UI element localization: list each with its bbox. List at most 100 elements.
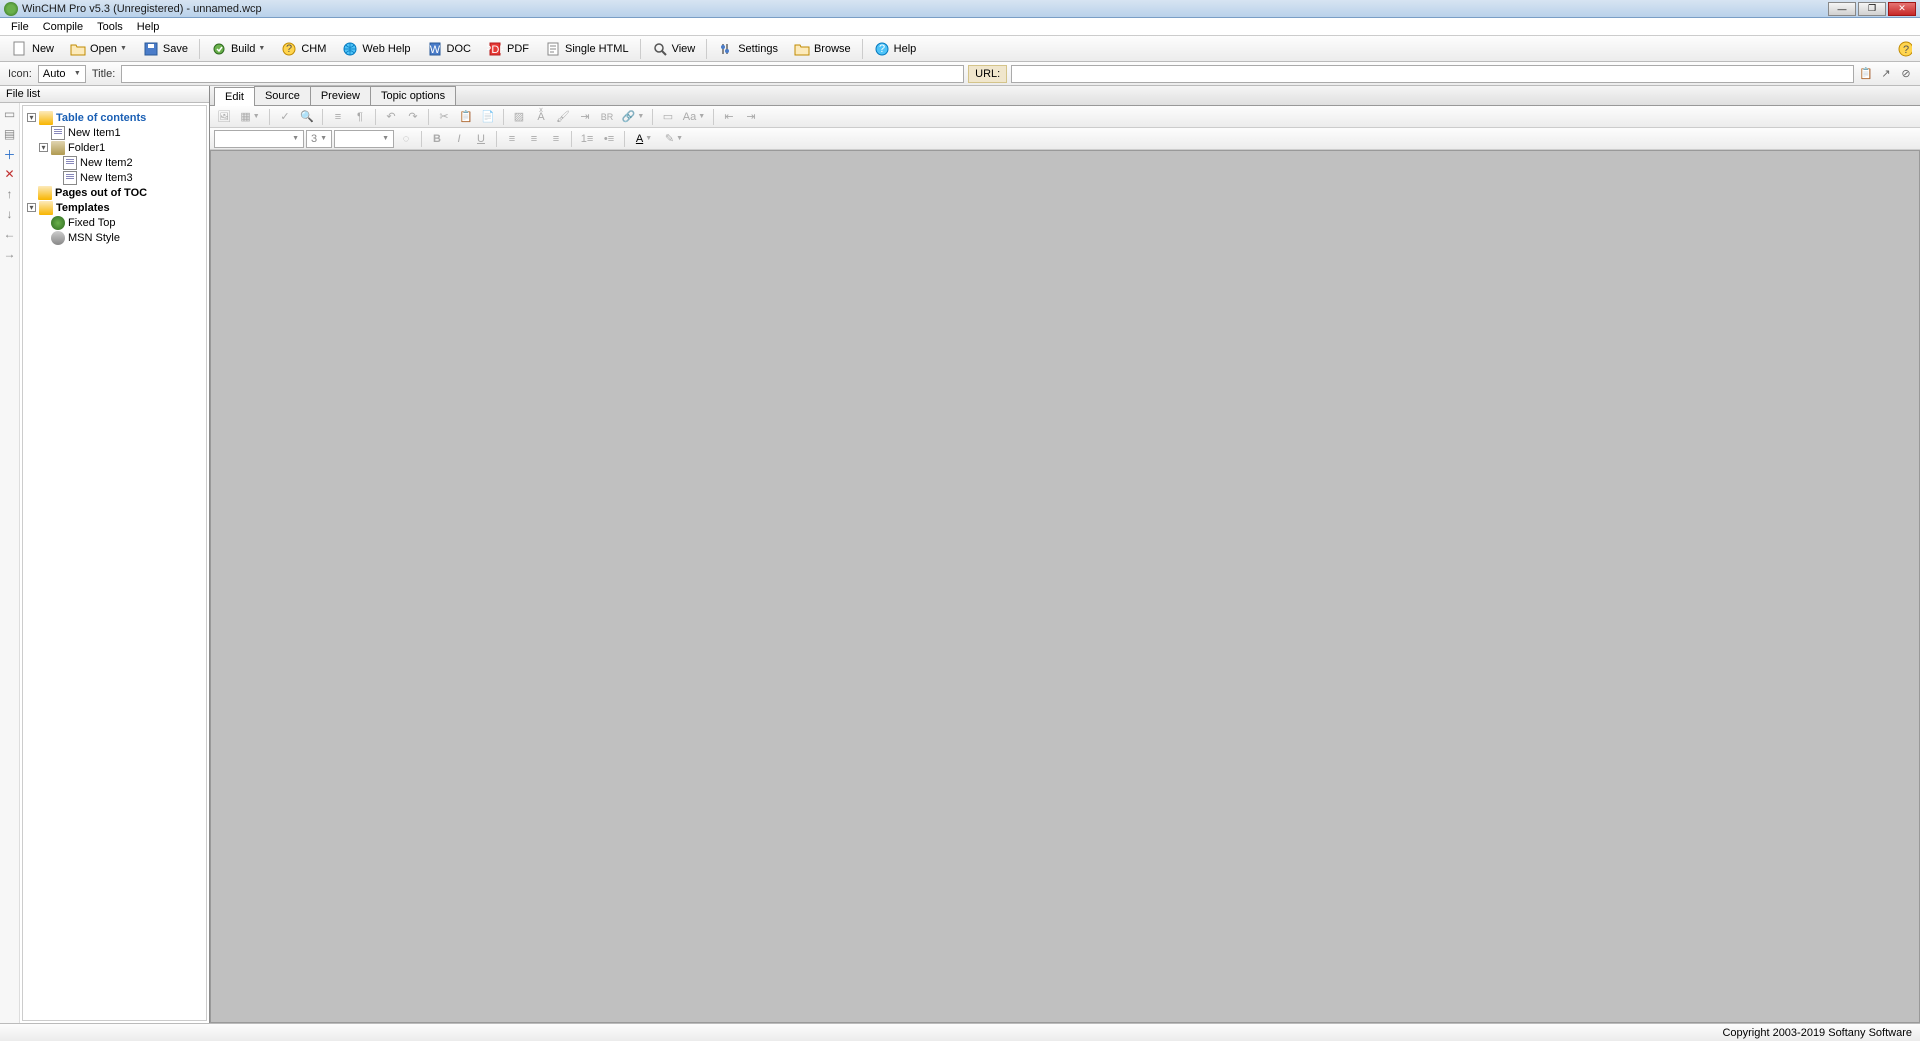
collapse-icon[interactable]: ▾ (39, 143, 48, 152)
find-icon[interactable]: 🔍 (297, 108, 317, 126)
cut-icon[interactable]: ✂ (434, 108, 454, 126)
menu-file[interactable]: File (4, 19, 36, 35)
sidebar-header: File list (0, 86, 209, 103)
delete-icon[interactable]: ✕ (3, 167, 17, 181)
font-color-icon[interactable]: A▼ (630, 130, 658, 148)
settings-button[interactable]: Settings (711, 38, 785, 60)
italic-icon[interactable]: I (449, 130, 469, 148)
collapse-icon[interactable]: ▾ (27, 113, 36, 122)
editor-canvas[interactable] (210, 150, 1920, 1023)
new-button[interactable]: New (5, 38, 61, 60)
tab-edit[interactable]: Edit (214, 87, 255, 106)
tab-source[interactable]: Source (254, 86, 311, 105)
copyright-text: Copyright 2003-2019 Softany Software (1722, 1027, 1912, 1039)
decrease-indent-icon[interactable]: ⇤ (719, 108, 739, 126)
tree-node-toc[interactable]: ▾ Table of contents (27, 110, 202, 125)
close-button[interactable]: ✕ (1888, 2, 1916, 16)
ordered-list-icon[interactable]: 1≡ (577, 130, 597, 148)
cancel-icon[interactable]: ⊘ (1898, 66, 1914, 82)
view-label: View (672, 43, 696, 55)
hr-icon[interactable]: ≡ (328, 108, 348, 126)
save-icon (143, 41, 159, 57)
title-label: Title: (90, 68, 117, 80)
view-button[interactable]: View (645, 38, 703, 60)
collapse-icon[interactable]: ▾ (27, 203, 36, 212)
minimize-button[interactable]: — (1828, 2, 1856, 16)
menu-tools[interactable]: Tools (90, 19, 130, 35)
paste-icon[interactable]: 📄 (478, 108, 498, 126)
url-input[interactable] (1011, 65, 1854, 83)
copy-icon[interactable]: 📋 (456, 108, 476, 126)
bold-icon[interactable]: B (427, 130, 447, 148)
move-right-icon[interactable]: → (3, 247, 17, 261)
webhelp-button[interactable]: Web Help (335, 38, 417, 60)
clear-icon[interactable]: ◌ (396, 130, 416, 148)
doc-icon: W (427, 41, 443, 57)
fill-icon[interactable]: ▨ (509, 108, 529, 126)
image-icon[interactable]: 🖼 (214, 108, 234, 126)
tree-node-templates[interactable]: ▾ Templates (27, 200, 202, 215)
menu-compile[interactable]: Compile (36, 19, 90, 35)
font-style-select[interactable]: ▼ (334, 130, 394, 148)
increase-indent-icon[interactable]: ⇥ (741, 108, 761, 126)
align-right-icon[interactable]: ≡ (546, 130, 566, 148)
link-icon[interactable]: 🔗▼ (619, 108, 647, 126)
editor-toolbar-1: 🖼 ▦▼ ✓ 🔍 ≡ ¶ ↶ ↷ ✂ 📋 📄 ▨ Aͯ 🖌 ⇥ BR 🔗▼ ▭ … (210, 106, 1920, 128)
clear-format-icon[interactable]: Aͯ (531, 108, 551, 126)
chm-button[interactable]: ?CHM (274, 38, 333, 60)
div-icon[interactable]: ▭ (658, 108, 678, 126)
undo-icon[interactable]: ↶ (381, 108, 401, 126)
title-input[interactable] (121, 65, 964, 83)
singlehtml-button[interactable]: Single HTML (538, 38, 636, 60)
unordered-list-icon[interactable]: •≡ (599, 130, 619, 148)
font-size-select[interactable]: 3▼ (306, 130, 332, 148)
align-left-icon[interactable]: ≡ (502, 130, 522, 148)
new-page-icon[interactable]: ▭ (3, 107, 17, 121)
new-folder-icon[interactable]: ▤ (3, 127, 17, 141)
menu-help[interactable]: Help (130, 19, 167, 35)
tree-node-tpl2[interactable]: MSN Style (27, 230, 202, 245)
spellcheck-icon[interactable]: ✓ (275, 108, 295, 126)
add-icon[interactable]: ＋ (3, 147, 17, 161)
highlight-icon[interactable]: ✎▼ (660, 130, 688, 148)
underline-icon[interactable]: U (471, 130, 491, 148)
tree-node-item1[interactable]: New Item1 (27, 125, 202, 140)
doc-button[interactable]: WDOC (420, 38, 478, 60)
move-up-icon[interactable]: ↑ (3, 187, 17, 201)
tab-preview[interactable]: Preview (310, 86, 371, 105)
toolbar-options-icon[interactable]: ? (1896, 41, 1912, 57)
redo-icon[interactable]: ↷ (403, 108, 423, 126)
build-button[interactable]: Build▼ (204, 38, 272, 60)
browse-icon (794, 41, 810, 57)
copy-icon[interactable]: 📋 (1858, 66, 1874, 82)
table-icon[interactable]: ▦▼ (236, 108, 264, 126)
font-family-select[interactable]: ▼ (214, 130, 304, 148)
statusbar: Copyright 2003-2019 Softany Software (0, 1023, 1920, 1041)
icon-select[interactable]: Auto ▼ (38, 65, 86, 83)
format-painter-icon[interactable]: 🖌 (553, 108, 573, 126)
tree-node-tpl1[interactable]: Fixed Top (27, 215, 202, 230)
indent-icon[interactable]: ⇥ (575, 108, 595, 126)
browse-button[interactable]: Browse (787, 38, 858, 60)
tree-node-item2[interactable]: New Item2 (27, 155, 202, 170)
pdf-button[interactable]: PDFPDF (480, 38, 536, 60)
save-button[interactable]: Save (136, 38, 195, 60)
move-left-icon[interactable]: ← (3, 227, 17, 241)
paragraph-icon[interactable]: ¶ (350, 108, 370, 126)
tree-node-folder1[interactable]: ▾ Folder1 (27, 140, 202, 155)
open-button[interactable]: Open▼ (63, 38, 134, 60)
link-icon[interactable]: ↗ (1878, 66, 1894, 82)
tab-topic-options[interactable]: Topic options (370, 86, 456, 105)
icon-label: Icon: (6, 68, 34, 80)
style-icon[interactable]: Aa▼ (680, 108, 708, 126)
help-button[interactable]: ?Help (867, 38, 924, 60)
separator (428, 109, 429, 125)
svg-text:?: ? (879, 43, 885, 55)
tree-node-item3[interactable]: New Item3 (27, 170, 202, 185)
br-button[interactable]: BR (597, 108, 617, 126)
move-down-icon[interactable]: ↓ (3, 207, 17, 221)
align-center-icon[interactable]: ≡ (524, 130, 544, 148)
maximize-button[interactable]: ❐ (1858, 2, 1886, 16)
sidebar-toolbar: ▭ ▤ ＋ ✕ ↑ ↓ ← → (0, 103, 20, 1023)
tree-node-pages-out[interactable]: Pages out of TOC (27, 185, 202, 200)
